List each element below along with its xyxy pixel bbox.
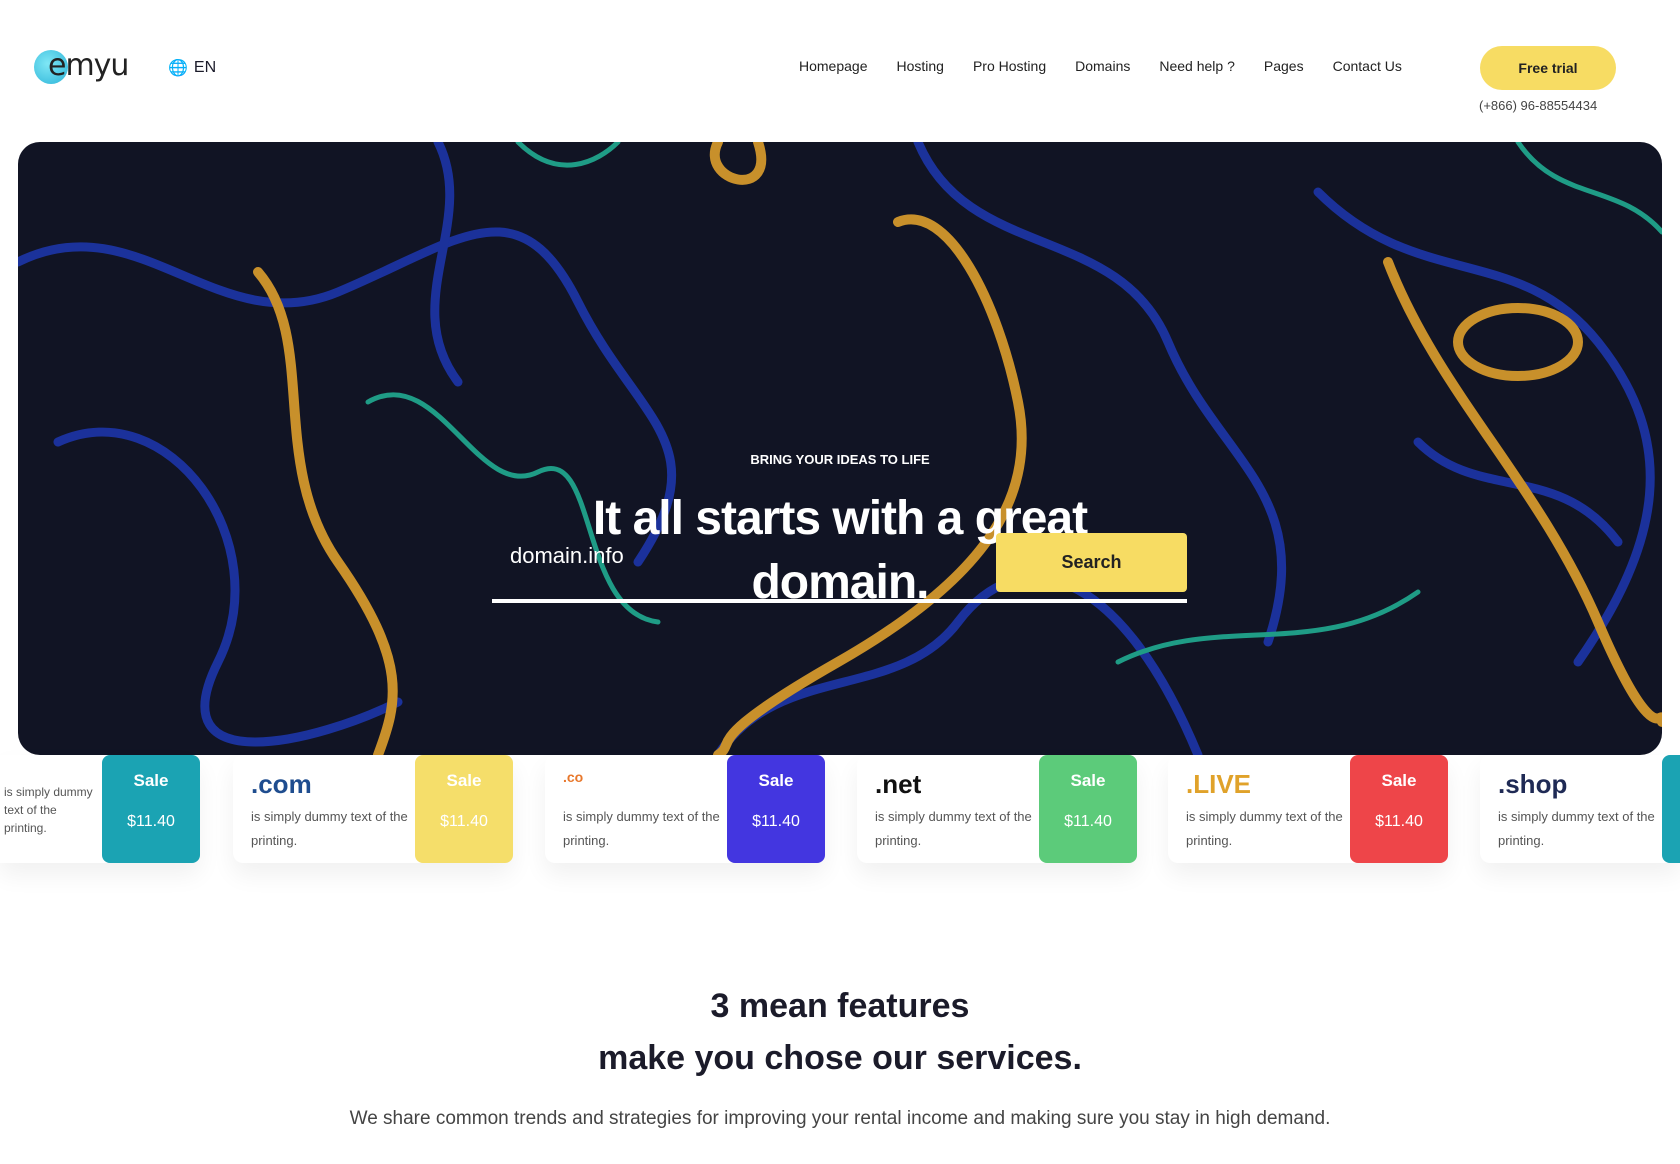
domain-card[interactable]: .net is simply dummy text of the printin… xyxy=(857,755,1137,863)
features-title-line2: make you chose our services. xyxy=(598,1039,1082,1077)
tld-description: is simply dummy text of the printing. xyxy=(875,809,1032,848)
free-trial-button[interactable]: Free trial xyxy=(1480,46,1616,90)
hero-banner: BRING YOUR IDEAS TO LIFE It all starts w… xyxy=(18,142,1662,755)
features-subtitle: We share common trends and strategies fo… xyxy=(349,1108,1331,1129)
domain-card[interactable]: .co is simply dummy text of the printing… xyxy=(545,755,825,863)
price: $11.40 xyxy=(127,813,175,830)
price: $11.40 xyxy=(752,813,800,830)
phone-number: (+866) 96-88554434 xyxy=(1479,98,1598,113)
domain-card[interactable]: .LIVE is simply dummy text of the printi… xyxy=(1168,755,1448,863)
price: $11.40 xyxy=(1064,813,1112,830)
tld-description: is simply dummy text of the printing. xyxy=(4,785,93,835)
globe-icon: 🌐 xyxy=(168,60,188,77)
domain-card[interactable]: .shop is simply dummy text of the printi… xyxy=(1480,755,1680,863)
tld-name: .com xyxy=(251,769,312,799)
logo[interactable]: emyu xyxy=(34,48,129,84)
search-button[interactable]: Search xyxy=(996,533,1187,592)
tld-description: is simply dummy text of the printing. xyxy=(251,809,408,848)
sale-label: Sale xyxy=(758,771,794,790)
tld-name: .shop xyxy=(1498,769,1568,799)
tld-description: is simply dummy text of the printing. xyxy=(563,809,720,848)
nav-pro-hosting[interactable]: Pro Hosting xyxy=(973,58,1046,74)
sale-label: Sale xyxy=(133,771,169,790)
sale-badge[interactable]: Sale $11.40 xyxy=(1350,755,1448,863)
tld-name: .LIVE xyxy=(1186,769,1252,799)
features-title-line1: 3 mean features xyxy=(710,987,970,1025)
price: $11.40 xyxy=(440,813,488,830)
sale-badge[interactable] xyxy=(1662,755,1680,863)
tld-description: is simply dummy text of the printing. xyxy=(1498,809,1655,848)
nav-domains[interactable]: Domains xyxy=(1075,58,1130,74)
tld-name: .co xyxy=(563,769,584,785)
sale-label: Sale xyxy=(1381,771,1417,790)
nav-pages[interactable]: Pages xyxy=(1264,58,1304,74)
nav-hosting[interactable]: Hosting xyxy=(897,58,944,74)
domain-card[interactable]: .com is simply dummy text of the printin… xyxy=(233,755,513,863)
swirl-background xyxy=(18,142,1662,755)
tld-name: .net xyxy=(875,769,922,799)
features-heading: 3 mean features make you chose our servic… xyxy=(0,980,1680,1084)
sale-badge[interactable]: Sale $11.40 xyxy=(415,755,513,863)
hero-kicker: BRING YOUR IDEAS TO LIFE xyxy=(750,452,930,467)
sale-label: Sale xyxy=(446,771,482,790)
nav-homepage[interactable]: Homepage xyxy=(799,58,868,74)
tld-description: is simply dummy text of the printing. xyxy=(1186,809,1343,848)
main-nav: Homepage Hosting Pro Hosting Domains Nee… xyxy=(799,58,1402,74)
language-label: EN xyxy=(193,59,217,76)
domain-search-input[interactable] xyxy=(510,543,950,569)
sale-badge[interactable]: Sale $11.40 xyxy=(1039,755,1137,863)
sale-badge[interactable]: Sale $11.40 xyxy=(102,755,200,863)
nav-contact[interactable]: Contact Us xyxy=(1333,58,1402,74)
sale-label: Sale xyxy=(1070,771,1106,790)
nav-need-help[interactable]: Need help ? xyxy=(1159,58,1235,74)
domain-card[interactable]: is simply dummy text of the printing. Sa… xyxy=(0,755,200,863)
price: $11.40 xyxy=(1375,813,1423,830)
domain-search: Search xyxy=(492,533,1187,603)
logo-text: emyu xyxy=(48,48,129,83)
sale-badge[interactable]: Sale $11.40 xyxy=(727,755,825,863)
language-selector[interactable]: 🌐 EN xyxy=(168,58,216,78)
